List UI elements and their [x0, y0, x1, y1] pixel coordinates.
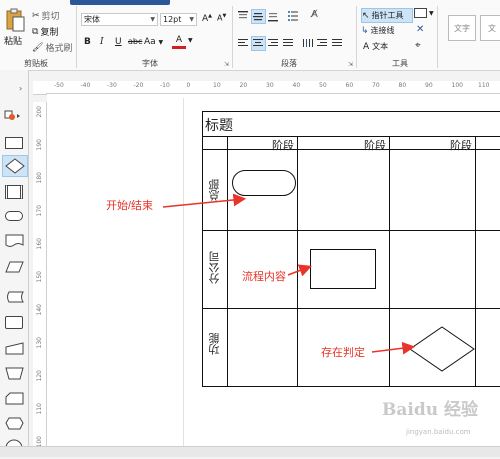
- watermark-brand: Baidu 经验: [382, 400, 479, 420]
- annotation-arrows: [162, 193, 416, 355]
- status-bar: [0, 446, 500, 457]
- watermark-url: jingyan.baidu.com: [406, 428, 471, 436]
